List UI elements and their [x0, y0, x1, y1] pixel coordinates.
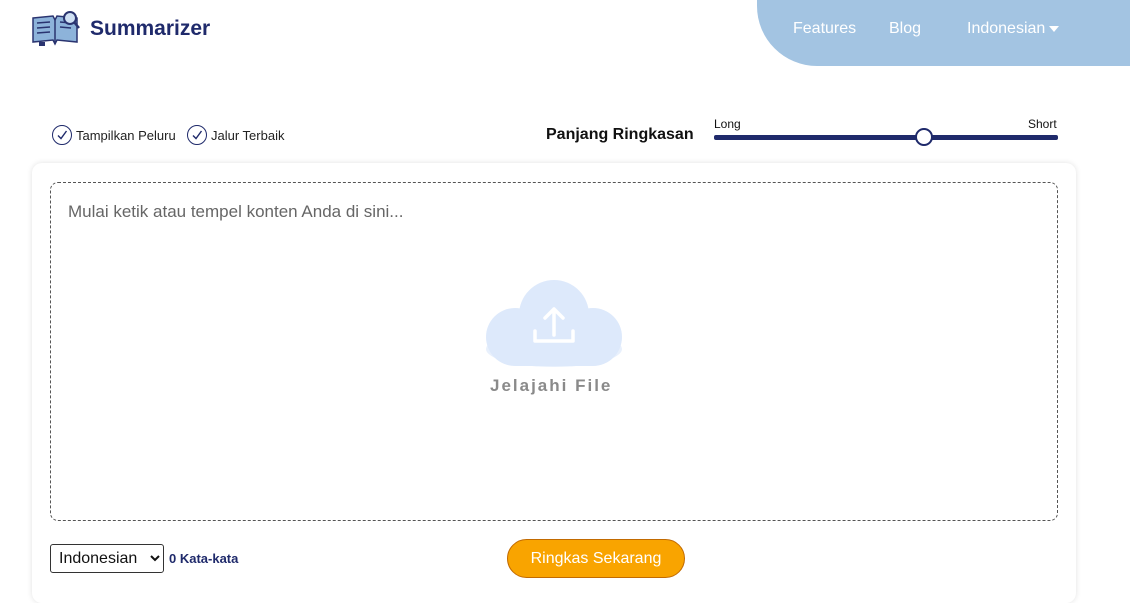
nav-language-dropdown[interactable]: Indonesian [967, 20, 1060, 38]
best-line-label: Jalur Terbaik [211, 127, 285, 143]
slider-max-label: Short [1028, 117, 1057, 131]
editor-placeholder[interactable]: Mulai ketik atau tempel konten Anda di s… [68, 202, 403, 222]
summary-length-slider-thumb[interactable] [914, 128, 933, 146]
brand-name[interactable]: Summarizer [90, 17, 210, 41]
nav-features-link[interactable]: Features [793, 20, 856, 38]
logo[interactable] [31, 10, 81, 48]
summary-length-slider-track[interactable] [714, 135, 1058, 140]
check-icon [192, 130, 203, 140]
check-circle-icon [52, 125, 72, 145]
summary-length-label: Panjang Ringkasan [546, 126, 694, 143]
show-bullets-toggle[interactable]: Tampilkan Peluru [52, 125, 176, 145]
check-icon [57, 130, 68, 140]
word-count: 0 Kata-kata [169, 551, 239, 566]
slider-min-label: Long [714, 117, 741, 131]
nav-blog-link[interactable]: Blog [889, 20, 921, 38]
nav-language-label: Indonesian [967, 20, 1046, 37]
check-circle-icon [187, 125, 207, 145]
summarize-button[interactable]: Ringkas Sekarang [507, 539, 685, 578]
browse-files-label[interactable]: Jelajahi File [490, 376, 612, 396]
chevron-down-icon [1049, 25, 1060, 32]
show-bullets-label: Tampilkan Peluru [76, 127, 176, 143]
best-line-toggle[interactable]: Jalur Terbaik [187, 125, 284, 145]
book-magnifier-icon [32, 11, 80, 46]
language-select[interactable]: Indonesian [50, 544, 164, 573]
cloud-upload-icon[interactable] [485, 279, 623, 371]
